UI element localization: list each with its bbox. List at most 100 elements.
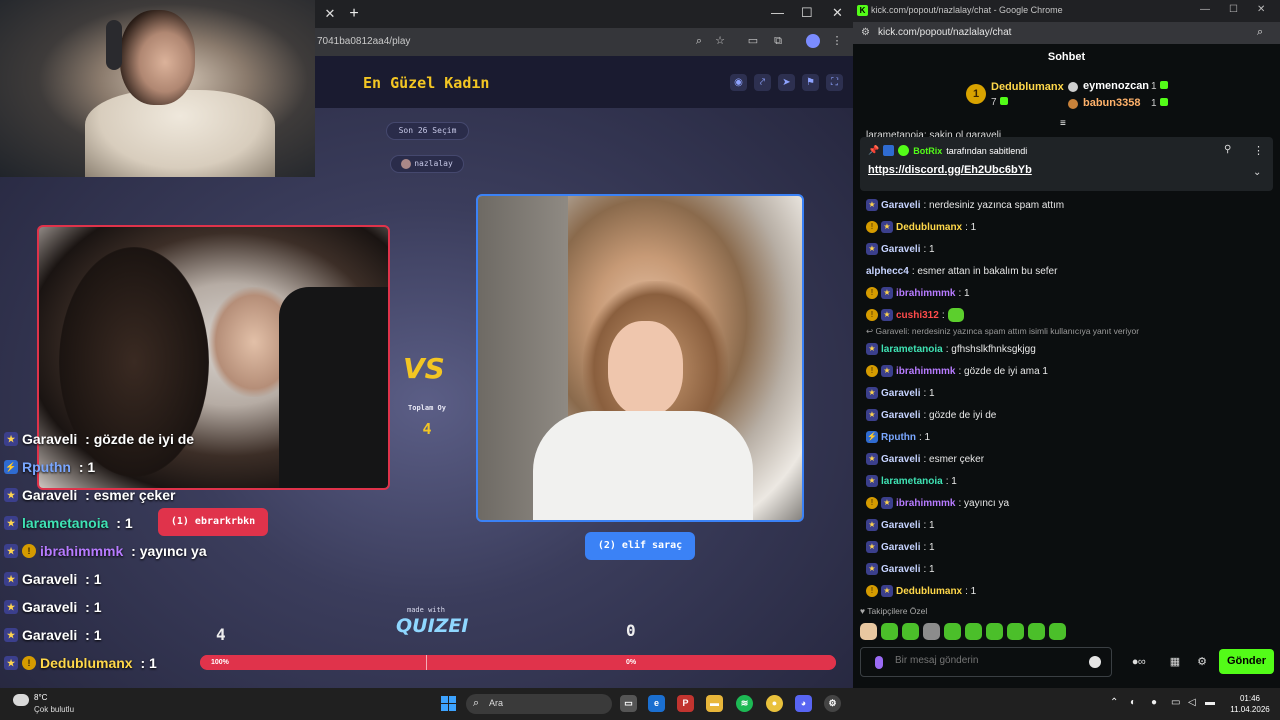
spotify-icon[interactable]: ≋	[736, 695, 753, 712]
emote-9[interactable]	[1028, 623, 1045, 640]
chat-username[interactable]: ibrahimmmk	[896, 498, 955, 509]
edge-icon[interactable]: e	[648, 695, 665, 712]
emoji-picker-icon[interactable]	[1089, 656, 1101, 668]
chat-username[interactable]: Rputhn	[881, 432, 916, 443]
reply-context[interactable]: ↩ Garaveli: nerdesiniz yazınca spam attı…	[866, 326, 1271, 338]
leaderboard-name-2[interactable]: eymenozcan	[1083, 80, 1149, 92]
chat-username[interactable]: Garaveli	[881, 244, 920, 255]
close-chat-button[interactable]: ✕	[1257, 4, 1265, 15]
chat-username[interactable]: Garaveli	[881, 388, 920, 399]
emote-8[interactable]	[1007, 623, 1024, 640]
chat-message-input[interactable]	[895, 655, 1075, 666]
network-icon[interactable]: ▭	[1171, 697, 1180, 708]
app-gear-icon[interactable]: ⚙	[824, 695, 841, 712]
emote-10[interactable]	[1049, 623, 1066, 640]
settings-gear-icon[interactable]: ⚙	[1196, 656, 1208, 668]
chat-url[interactable]: kick.com/popout/nazlalay/chat	[878, 27, 1011, 38]
chat-message[interactable]: ! ★ ibrahimmmk: 1	[866, 282, 1271, 304]
chat-message[interactable]: ★ Garaveli: 1	[866, 514, 1271, 536]
flag-icon[interactable]: ⚑	[802, 74, 819, 91]
fullscreen-icon[interactable]: ⛶	[826, 74, 843, 91]
new-tab-button[interactable]: +	[345, 5, 363, 23]
profile-avatar-icon[interactable]	[806, 34, 820, 48]
close-tab-icon[interactable]: ✕	[322, 6, 338, 22]
site-info-icon[interactable]: ⚙	[861, 27, 870, 38]
chrome-icon[interactable]: ●	[766, 695, 783, 712]
chat-input-box[interactable]	[860, 647, 1112, 677]
pinned-by-user[interactable]: BotRix	[913, 146, 942, 156]
send-icon[interactable]: ➤	[778, 74, 795, 91]
maximize-chat-button[interactable]: ☐	[1229, 4, 1238, 15]
chat-username[interactable]: Dedublumanx	[896, 222, 962, 233]
taskbar-search[interactable]: ⌕ Ara	[466, 694, 612, 714]
cloud-icon[interactable]	[13, 694, 29, 706]
steam-icon[interactable]: ◐	[1130, 697, 1136, 708]
emote-4[interactable]	[923, 623, 940, 640]
send-message-button[interactable]: Gönder	[1219, 649, 1274, 674]
weather-description[interactable]: Çok bulutlu	[34, 705, 74, 714]
chat-message[interactable]: ! ★ ibrahimmmk: yayıncı ya	[866, 492, 1271, 514]
minimize-chat-button[interactable]: —	[1200, 4, 1210, 15]
emote-3[interactable]	[902, 623, 919, 640]
chat-message[interactable]: alphecc4: esmer attan in bakalım bu sefe…	[866, 260, 1271, 282]
extensions-icon[interactable]: ⧉	[771, 34, 785, 48]
maximize-button[interactable]: ☐	[801, 5, 813, 21]
minimize-button[interactable]: —	[771, 5, 784, 20]
chat-message[interactable]: ★ larametanoia: 1	[866, 470, 1271, 492]
taskbar-clock[interactable]: 01:46 11.04.2026	[1228, 693, 1272, 715]
battery-icon[interactable]: ▬	[1205, 697, 1215, 708]
file-explorer-icon[interactable]: ▬	[706, 695, 723, 712]
app-p-icon[interactable]: P	[677, 695, 694, 712]
chat-message[interactable]: ★ Garaveli: 1	[866, 238, 1271, 260]
chat-message[interactable]: ★ Garaveli: esmer çeker	[866, 448, 1271, 470]
emote-6[interactable]	[965, 623, 982, 640]
expand-pinned-icon[interactable]: ⌄	[1253, 167, 1261, 178]
chat-message[interactable]: ⚡ Rputhn: 1	[866, 426, 1271, 448]
pinned-menu-icon[interactable]: ⋮	[1253, 144, 1264, 157]
chat-username[interactable]: Garaveli	[881, 520, 920, 531]
discord-icon[interactable]: ◕	[795, 695, 812, 712]
chat-username[interactable]: cushi312	[896, 310, 939, 321]
chat-message[interactable]: ★ Garaveli: nerdesiniz yazınca spam attım	[866, 194, 1271, 216]
share-icon[interactable]: ⤤	[754, 74, 771, 91]
chat-username[interactable]: Dedublumanx	[896, 586, 962, 597]
address-url[interactable]: 7041ba0812aa4/play	[317, 36, 410, 47]
chat-message[interactable]: ★ larametanoia: gfhshslkfhnksgkjgg	[866, 338, 1271, 360]
microphone-icon[interactable]	[875, 656, 883, 669]
weather-temperature[interactable]: 8°C	[34, 693, 47, 702]
collapse-leaderboard-icon[interactable]: ≡	[1060, 118, 1066, 129]
leaderboard-name-3[interactable]: babun3358	[1083, 97, 1140, 109]
zoom-icon[interactable]: ⌕	[692, 34, 706, 48]
chat-message[interactable]: ★ Garaveli: 1	[866, 536, 1271, 558]
chat-message[interactable]: ★ Garaveli: 1	[866, 382, 1271, 404]
store-icon[interactable]: ▦	[1169, 656, 1181, 668]
chat-username[interactable]: Garaveli	[881, 454, 920, 465]
quizei-logo[interactable]: QUIZEI	[396, 615, 468, 637]
chat-message[interactable]: ! ★ Dedublumanx: 1	[866, 580, 1271, 602]
chat-zoom-icon[interactable]: ⌕	[1257, 26, 1263, 39]
eye-icon[interactable]: ◉	[730, 74, 747, 91]
choice-right-button[interactable]: (2) elif saraç	[585, 532, 695, 560]
chat-message[interactable]: ★ Garaveli: gözde de iyi de	[866, 404, 1271, 426]
browser-menu-icon[interactable]: ⋮	[830, 34, 844, 48]
chat-username[interactable]: Garaveli	[881, 200, 920, 211]
pinned-discord-link[interactable]: https://discord.gg/Eh2Ubc6bYb	[868, 164, 1032, 176]
emote-1[interactable]	[860, 623, 877, 640]
chat-username[interactable]: Garaveli	[881, 564, 920, 575]
chat-address-bar[interactable]: ⚙ kick.com/popout/nazlalay/chat ⌕	[853, 22, 1280, 44]
emote-5[interactable]	[944, 623, 961, 640]
close-window-button[interactable]: ✕	[832, 5, 843, 21]
emote-2[interactable]	[881, 623, 898, 640]
chat-username[interactable]: larametanoia	[881, 344, 943, 355]
unpin-icon[interactable]: ⚲	[1224, 144, 1231, 155]
chat-username[interactable]: ibrahimmmk	[896, 366, 955, 377]
emote-7[interactable]	[986, 623, 1003, 640]
choice-card-left[interactable]	[37, 225, 390, 490]
cast-icon[interactable]: ▭	[746, 34, 760, 48]
connections-icon[interactable]: ⦁∞	[1127, 656, 1151, 668]
chat-message[interactable]: ★ Garaveli: 1	[866, 558, 1271, 580]
choice-card-right[interactable]	[476, 194, 804, 522]
tray-overflow-icon[interactable]: ⌃	[1110, 697, 1118, 708]
chat-message[interactable]: ! ★ ibrahimmmk: gözde de iyi ama 1	[866, 360, 1271, 382]
chat-message[interactable]: ! ★ Dedublumanx: 1	[866, 216, 1271, 238]
